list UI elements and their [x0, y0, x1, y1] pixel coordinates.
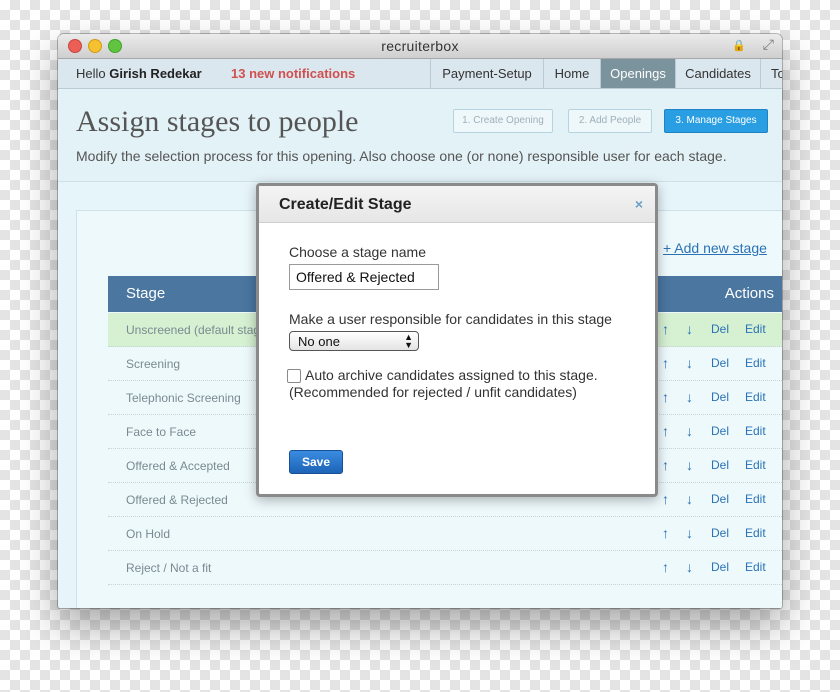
nav-payment-setup[interactable]: Payment-Setup: [430, 59, 543, 88]
responsible-user-label: Make a user responsible for candidates i…: [289, 311, 612, 327]
move-up-icon[interactable]: ↑: [662, 321, 669, 337]
move-up-icon[interactable]: ↑: [662, 389, 669, 405]
page-subtitle: Modify the selection process for this op…: [76, 148, 727, 164]
nav-to[interactable]: To: [760, 59, 782, 88]
move-up-icon[interactable]: ↑: [662, 457, 669, 473]
delete-stage-link[interactable]: Del: [711, 526, 729, 540]
column-header-actions: Actions: [724, 285, 774, 302]
edit-stage-link[interactable]: Edit: [745, 322, 766, 336]
stage-name: Offered & Rejected: [126, 493, 228, 507]
move-down-icon[interactable]: ↓: [686, 321, 693, 337]
dialog-title: Create/Edit Stage: [279, 196, 412, 213]
app-window: recruiterbox 🔒 ⤢ Hello Girish Redekar 13…: [58, 34, 782, 608]
dialog-header: Create/Edit Stage ×: [259, 186, 655, 223]
nav-openings[interactable]: Openings: [600, 59, 675, 88]
select-arrows-icon: ▲ ▼: [404, 332, 413, 350]
close-icon[interactable]: ×: [635, 196, 643, 212]
page-title: Assign stages to people: [76, 105, 359, 138]
step-create-opening[interactable]: 1. Create Opening: [453, 109, 553, 133]
create-edit-stage-dialog: Create/Edit Stage × Choose a stage name …: [256, 183, 658, 497]
delete-stage-link[interactable]: Del: [711, 560, 729, 574]
window-title: recruiterbox: [381, 38, 459, 54]
move-down-icon[interactable]: ↓: [686, 457, 693, 473]
delete-stage-link[interactable]: Del: [711, 492, 729, 506]
auto-archive-label: Auto archive candidates assigned to this…: [305, 367, 598, 383]
stage-name-input[interactable]: [289, 264, 439, 290]
page-header: Assign stages to people Modify the selec…: [58, 89, 782, 182]
delete-stage-link[interactable]: Del: [711, 458, 729, 472]
delete-stage-link[interactable]: Del: [711, 390, 729, 404]
edit-stage-link[interactable]: Edit: [745, 492, 766, 506]
add-new-stage-link[interactable]: + Add new stage: [663, 240, 767, 256]
lock-icon: 🔒: [732, 40, 746, 52]
step-add-people[interactable]: 2. Add People: [568, 109, 652, 133]
greeting: Hello Girish Redekar: [76, 66, 202, 81]
move-down-icon[interactable]: ↓: [686, 491, 693, 507]
edit-stage-link[interactable]: Edit: [745, 390, 766, 404]
edit-stage-link[interactable]: Edit: [745, 526, 766, 540]
edit-stage-link[interactable]: Edit: [745, 356, 766, 370]
delete-stage-link[interactable]: Del: [711, 424, 729, 438]
move-down-icon[interactable]: ↓: [686, 355, 693, 371]
auto-archive-note: (Recommended for rejected / unfit candid…: [289, 384, 577, 400]
stage-name: Offered & Accepted: [126, 459, 230, 473]
delete-stage-link[interactable]: Del: [711, 356, 729, 370]
move-down-icon[interactable]: ↓: [686, 525, 693, 541]
auto-archive-checkbox[interactable]: [287, 369, 301, 383]
edit-stage-link[interactable]: Edit: [745, 560, 766, 574]
column-header-stage: Stage: [126, 285, 166, 302]
step-manage-stages[interactable]: 3. Manage Stages: [664, 109, 768, 133]
table-row: On Hold ↑ ↓ Del Edit: [108, 517, 782, 551]
edit-stage-link[interactable]: Edit: [745, 458, 766, 472]
move-down-icon[interactable]: ↓: [686, 559, 693, 575]
top-navbar: Hello Girish Redekar 13 new notification…: [58, 59, 782, 89]
stage-name-label: Choose a stage name: [289, 244, 426, 260]
fullscreen-icon[interactable]: ⤢: [763, 36, 774, 53]
nav-home[interactable]: Home: [543, 59, 600, 88]
delete-stage-link[interactable]: Del: [711, 322, 729, 336]
table-row: Reject / Not a fit ↑ ↓ Del Edit: [108, 551, 782, 585]
move-up-icon[interactable]: ↑: [662, 559, 669, 575]
responsible-user-select[interactable]: No one ▲ ▼: [289, 331, 419, 351]
notifications-link[interactable]: 13 new notifications: [231, 66, 355, 81]
selected-user: No one: [298, 334, 340, 349]
move-up-icon[interactable]: ↑: [662, 525, 669, 541]
window-titlebar: recruiterbox 🔒 ⤢: [58, 34, 782, 59]
save-button[interactable]: Save: [289, 450, 343, 474]
stage-name: Telephonic Screening: [126, 391, 241, 405]
greeting-prefix: Hello: [76, 66, 110, 81]
stage-name: Reject / Not a fit: [126, 561, 212, 575]
move-down-icon[interactable]: ↓: [686, 389, 693, 405]
stage-name: Screening: [126, 357, 181, 371]
user-name[interactable]: Girish Redekar: [109, 66, 202, 81]
move-up-icon[interactable]: ↑: [662, 423, 669, 439]
stage-name: On Hold: [126, 527, 171, 541]
edit-stage-link[interactable]: Edit: [745, 424, 766, 438]
nav-candidates[interactable]: Candidates: [675, 59, 760, 88]
move-up-icon[interactable]: ↑: [662, 491, 669, 507]
stage-name: Face to Face: [126, 425, 197, 439]
move-down-icon[interactable]: ↓: [686, 423, 693, 439]
stage-name: Unscreened (default stage): [126, 323, 271, 337]
move-up-icon[interactable]: ↑: [662, 355, 669, 371]
